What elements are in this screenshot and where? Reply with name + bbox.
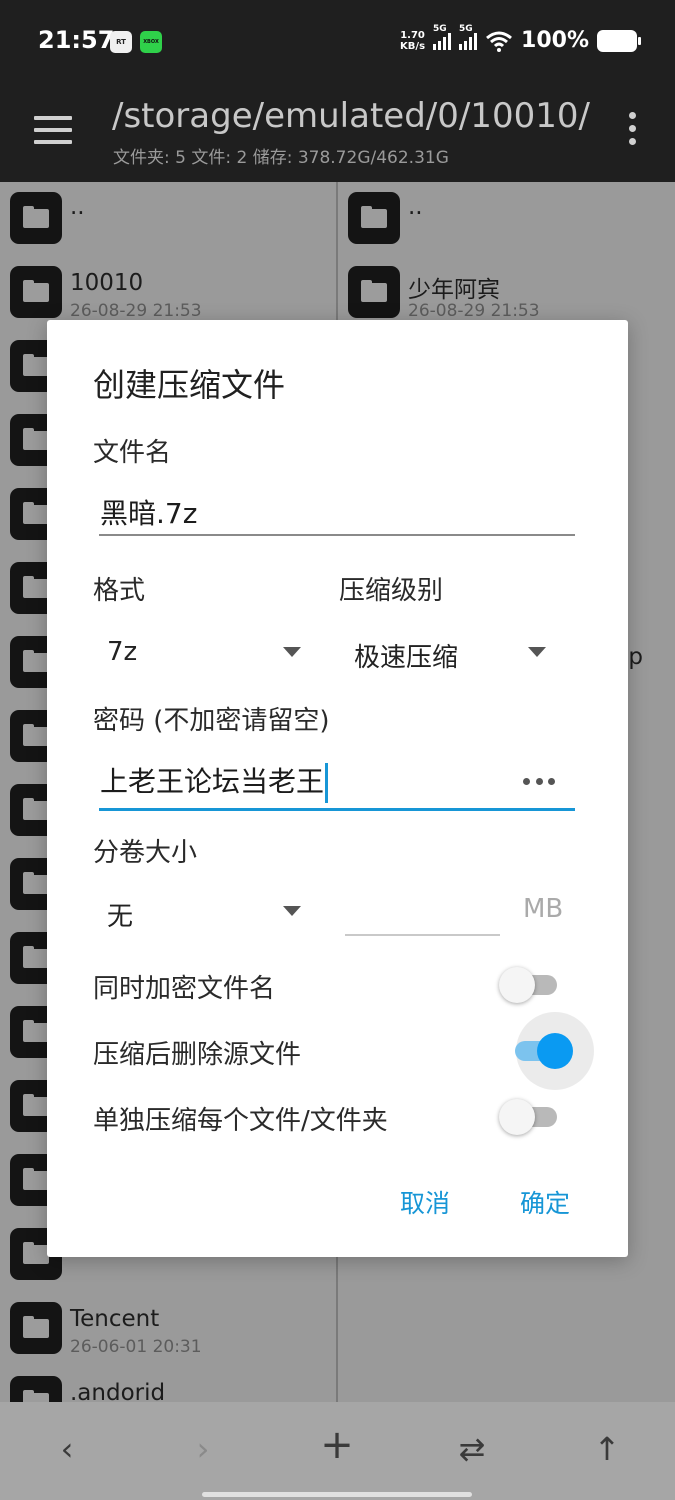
filename-input[interactable]: 黑暗.7z [100, 492, 197, 532]
file-name: 少年阿宾 [408, 277, 500, 303]
file-list-item[interactable]: 10010 26-08-29 21:53 [0, 256, 336, 326]
file-list-item[interactable]: Tencent 26-06-01 20:31 [0, 1292, 336, 1362]
file-name: 10010 [70, 270, 144, 296]
xbox-notification-icon: XBOX [140, 31, 162, 53]
swap-panes-icon[interactable]: ⇄ [447, 1430, 497, 1468]
password-underline [99, 808, 575, 811]
volume-unit: MB [523, 894, 564, 924]
status-bar: 21:57 RT XBOX 1.70 KB/s 5G 5G 100% [0, 0, 675, 82]
delete-source-toggle[interactable] [511, 1012, 594, 1090]
path-stats: 文件夹: 5 文件: 2 储存: 378.72G/462.31G [113, 148, 449, 168]
more-options-icon[interactable] [629, 112, 637, 148]
password-label: 密码 (不加密请留空) [93, 706, 330, 736]
encrypt-filenames-toggle[interactable] [499, 964, 561, 1004]
file-date: 26-08-29 21:53 [408, 301, 540, 321]
cancel-button[interactable]: 取消 [400, 1184, 450, 1220]
parent-directory-icon[interactable]: ↑ [582, 1430, 632, 1468]
hamburger-menu-icon[interactable] [34, 116, 72, 144]
file-list-item[interactable]: 少年阿宾 26-08-29 21:53 [338, 256, 675, 326]
option-label-separate: 单独压缩每个文件/文件夹 [93, 1106, 388, 1136]
bottom-navigation-bar: ‹ › + ⇄ ↑ [0, 1402, 675, 1500]
option-label-delete-source: 压缩后删除源文件 [93, 1040, 302, 1070]
option-label-encrypt-names: 同时加密文件名 [93, 974, 276, 1004]
dialog-title: 创建压缩文件 [93, 366, 286, 404]
filename-underline [99, 534, 575, 536]
level-dropdown-icon[interactable] [528, 647, 546, 657]
format-dropdown-icon[interactable] [283, 647, 301, 657]
file-list-item[interactable]: .andorid26-04-09 17:58 [0, 1366, 336, 1402]
battery-icon [597, 29, 641, 52]
file-list-item[interactable]: .. [0, 182, 336, 252]
show-password-icon[interactable] [523, 778, 555, 786]
folder-icon [10, 1376, 62, 1402]
forward-icon[interactable]: › [178, 1430, 228, 1468]
status-time: 21:57 [38, 26, 115, 54]
volume-dropdown-icon[interactable] [283, 906, 301, 916]
status-indicators: 1.70 KB/s 5G 5G 100% [400, 24, 641, 53]
current-path: /storage/emulated/0/10010/ [112, 96, 590, 136]
folder-icon [10, 266, 62, 318]
home-indicator[interactable] [202, 1492, 472, 1497]
ok-button[interactable]: 确定 [520, 1184, 570, 1220]
file-name: .. [408, 194, 423, 220]
format-label: 格式 [93, 576, 146, 606]
app-notification-icon: RT [110, 31, 132, 53]
volume-size-label: 分卷大小 [93, 838, 198, 868]
password-input[interactable]: 上老王论坛当老王 [100, 760, 329, 803]
text-cursor [325, 763, 329, 803]
volume-size-input[interactable] [345, 934, 500, 936]
filename-label: 文件名 [93, 438, 172, 468]
create-archive-dialog: 创建压缩文件 文件名 黑暗.7z 格式 压缩级别 7z 极速压缩 密码 (不加密… [47, 320, 628, 1257]
signal-2-icon: 5G [459, 24, 478, 50]
file-date: 26-06-01 20:31 [70, 1337, 202, 1357]
folder-icon [348, 192, 400, 244]
battery-percent: 100% [521, 28, 589, 53]
file-name: .andorid [70, 1380, 166, 1402]
signal-1-icon: 5G [433, 24, 452, 50]
separate-archives-toggle[interactable] [499, 1096, 561, 1136]
folder-icon [348, 266, 400, 318]
file-date: 26-08-29 21:53 [70, 301, 202, 321]
wifi-icon [486, 31, 512, 52]
file-name: .. [70, 194, 85, 220]
app-toolbar: /storage/emulated/0/10010/ 文件夹: 5 文件: 2 … [0, 82, 675, 182]
compression-level-select[interactable]: 极速压缩 [354, 637, 458, 674]
network-speed: 1.70 KB/s [400, 29, 426, 52]
add-icon[interactable]: + [312, 1422, 362, 1468]
back-icon[interactable]: ‹ [42, 1430, 92, 1468]
format-select[interactable]: 7z [107, 637, 137, 667]
file-list-item[interactable]: .. [338, 182, 675, 252]
compression-level-label: 压缩级别 [339, 576, 444, 606]
volume-size-select[interactable]: 无 [107, 896, 133, 933]
file-name: Tencent [70, 1306, 160, 1332]
folder-icon [10, 192, 62, 244]
folder-icon [10, 1302, 62, 1354]
